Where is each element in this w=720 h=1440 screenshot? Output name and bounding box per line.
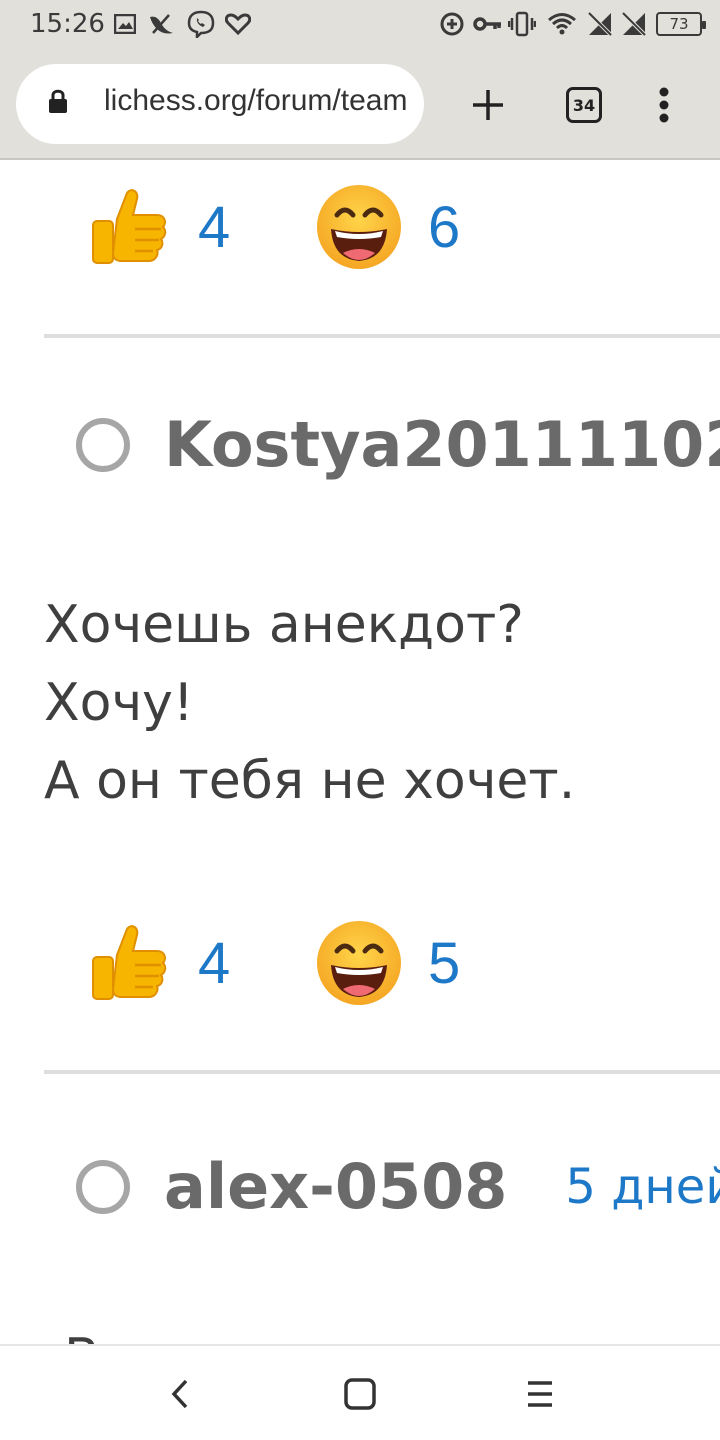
reaction-laughing[interactable]: 5: [314, 918, 484, 1008]
plus-icon: [473, 90, 503, 120]
home-icon[interactable]: [338, 1372, 382, 1416]
no-signal-icon: [586, 10, 614, 38]
vibrate-icon: [508, 10, 536, 38]
more-vert-icon[interactable]: [648, 83, 680, 127]
status-time: 15:26: [30, 9, 105, 39]
no-signal-icon-2: [620, 10, 648, 38]
post-line: А он тебя не хочет.: [44, 751, 576, 811]
thumbs-up-icon: [84, 918, 174, 1008]
post-reactions: 4 5: [84, 918, 544, 1008]
post-body-peek: В: [64, 1328, 100, 1344]
wifi-icon: [546, 10, 578, 38]
back-icon[interactable]: [158, 1372, 202, 1416]
forum-thread: 4 6 Kostya20111102 Хочешь анекдот? Хочу!…: [0, 162, 720, 1344]
post-header: alex-0508 5 дней назад: [76, 1150, 720, 1223]
address-bar[interactable]: lichess.org/forum/team: [16, 64, 424, 144]
reaction-laughing[interactable]: 6: [314, 182, 484, 272]
tab-switcher-button[interactable]: 34: [566, 87, 602, 123]
post-header: Kostya20111102: [76, 408, 720, 481]
lock-icon: [48, 88, 68, 118]
reaction-thumbs-up[interactable]: 4: [84, 182, 254, 272]
author-link[interactable]: alex-0508: [164, 1150, 507, 1223]
data-saver-icon: [438, 10, 466, 38]
reaction-count: 4: [198, 194, 231, 260]
post-divider: [44, 1070, 720, 1074]
reaction-count: 4: [198, 930, 231, 996]
author-link[interactable]: Kostya20111102: [164, 408, 720, 481]
viber-icon: [186, 10, 216, 38]
post-reactions: 4 6: [84, 182, 544, 272]
key-icon: [472, 10, 504, 38]
status-bar: 15:26 73: [0, 0, 720, 50]
reaction-count: 5: [428, 930, 461, 996]
post-body: Хочешь анекдот? Хочу! А он тебя не хочет…: [44, 586, 575, 820]
new-tab-button[interactable]: [466, 83, 510, 127]
reaction-thumbs-up[interactable]: 4: [84, 918, 254, 1008]
browser-toolbar: lichess.org/forum/team 34: [0, 50, 720, 160]
offline-status-icon: [76, 1159, 130, 1214]
laughing-icon: [314, 918, 404, 1008]
post-line: Хочешь анекдот?: [44, 595, 524, 655]
thumbs-up-icon: [84, 182, 174, 272]
post-line: Хочу!: [44, 673, 194, 733]
post-divider: [44, 334, 720, 338]
reaction-count: 6: [428, 194, 461, 260]
bird-icon: [146, 10, 176, 38]
image-icon: [112, 10, 138, 38]
system-nav-bar: [0, 1344, 720, 1440]
heart-icon: [224, 10, 252, 38]
laughing-icon: [314, 182, 404, 272]
battery-indicator: 73: [656, 12, 706, 36]
menu-icon[interactable]: [518, 1372, 562, 1416]
url-text[interactable]: lichess.org/forum/team: [104, 84, 424, 118]
post-timestamp-link[interactable]: 5 дней назад: [565, 1159, 720, 1215]
offline-status-icon: [76, 417, 130, 472]
